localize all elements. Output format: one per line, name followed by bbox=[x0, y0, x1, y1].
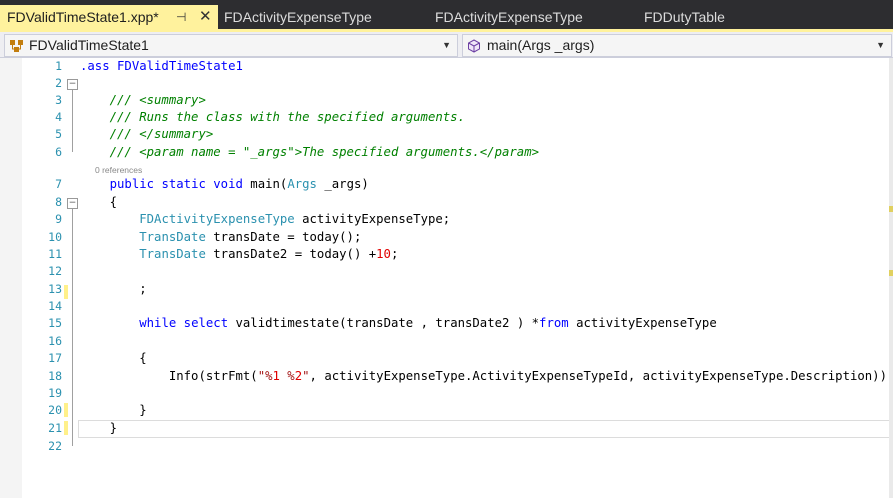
method-dropdown[interactable]: main(Args _args) ▼ bbox=[462, 34, 892, 57]
method-icon bbox=[467, 38, 481, 59]
line-number: 22 bbox=[48, 439, 62, 453]
code-line: while select validtimestate(transDate , … bbox=[139, 316, 717, 330]
outline-guide bbox=[72, 86, 73, 152]
code-line: TransDate transDate2 = today() +10; bbox=[139, 247, 399, 261]
line-number: 21 bbox=[48, 421, 62, 435]
line-number: 6 bbox=[55, 145, 62, 159]
tab-fdactivityexpensetype-2[interactable]: FDActivityExpenseType bbox=[435, 5, 583, 29]
line-number: 13 bbox=[48, 282, 62, 296]
line-number: 9 bbox=[55, 212, 62, 226]
code-text: .ass FDValidTimeState1 bbox=[80, 59, 243, 73]
editor-margin bbox=[0, 58, 22, 498]
code-line: /// </summary> bbox=[80, 127, 214, 141]
code-line: Info(strFmt("%1 %2", activityExpenseType… bbox=[80, 369, 893, 383]
line-number: 3 bbox=[55, 93, 62, 107]
line-number: 14 bbox=[48, 299, 62, 313]
change-marker bbox=[64, 403, 68, 417]
class-icon bbox=[9, 38, 25, 59]
line-number: 19 bbox=[48, 386, 62, 400]
line-number: 10 bbox=[48, 230, 62, 244]
line-number: 1 bbox=[55, 59, 62, 73]
method-name: main(Args _args) bbox=[487, 37, 595, 53]
change-marker bbox=[64, 285, 68, 299]
tab-fddutytable[interactable]: FDDutyTable bbox=[644, 5, 725, 29]
tab-label: FDValidTimeState1.xpp* bbox=[7, 9, 159, 25]
scrollbar-marker bbox=[889, 270, 893, 276]
code-line: /// <summary> bbox=[80, 93, 206, 107]
chevron-down-icon[interactable]: ▼ bbox=[442, 35, 451, 56]
code-line: { bbox=[80, 195, 118, 209]
line-number: 18 bbox=[48, 369, 62, 383]
line-number: 7 bbox=[55, 177, 62, 191]
pin-icon[interactable]: ⊣ bbox=[176, 5, 186, 29]
document-tab-bar: FDValidTimeState1.xpp* ⊣ ✕ FDActivityExp… bbox=[0, 0, 893, 32]
vertical-scrollbar[interactable] bbox=[889, 58, 893, 498]
line-number: 17 bbox=[48, 351, 62, 365]
tab-label: FDActivityExpenseType bbox=[224, 9, 372, 25]
code-line: public static void main(Args _args) bbox=[109, 177, 369, 191]
line-number: 4 bbox=[55, 110, 62, 124]
line-number: 16 bbox=[48, 334, 62, 348]
tab-fdvalidtimestate1[interactable]: FDValidTimeState1.xpp* ⊣ ✕ bbox=[0, 5, 218, 30]
line-number: 5 bbox=[55, 127, 62, 141]
code-lens-references[interactable]: 0 references bbox=[95, 164, 142, 176]
collapse-icon[interactable]: − bbox=[67, 198, 78, 209]
current-line-highlight bbox=[78, 420, 891, 438]
code-line: } bbox=[80, 403, 147, 417]
chevron-down-icon[interactable]: ▼ bbox=[876, 35, 885, 56]
line-number: 8 bbox=[55, 195, 62, 209]
code-line: .ass FDValidTimeState1 bbox=[80, 58, 243, 75]
code-line: TransDate transDate = today(); bbox=[139, 230, 362, 244]
tab-label: FDActivityExpenseType bbox=[435, 9, 583, 25]
code-line: { bbox=[80, 351, 147, 365]
change-marker bbox=[64, 421, 68, 435]
code-line: ; bbox=[80, 282, 147, 296]
navigation-bar: FDValidTimeState1 ▼ main(Args _args) ▼ bbox=[0, 32, 893, 58]
code-line: /// <param name = "_args">The specified … bbox=[80, 145, 540, 159]
tab-fdactivityexpensetype[interactable]: FDActivityExpenseType bbox=[224, 5, 372, 29]
line-number: 20 bbox=[48, 403, 62, 417]
code-line: FDActivityExpenseType activityExpenseTyp… bbox=[139, 212, 451, 226]
collapse-icon[interactable]: − bbox=[67, 79, 78, 90]
close-icon[interactable]: ✕ bbox=[199, 5, 212, 29]
code-line: /// Runs the class with the specified ar… bbox=[80, 110, 465, 124]
line-number: 2 bbox=[55, 76, 62, 90]
line-number: 11 bbox=[48, 247, 62, 261]
outline-guide bbox=[72, 205, 73, 446]
scrollbar-marker bbox=[889, 206, 893, 212]
code-line: } bbox=[80, 421, 118, 435]
line-number: 15 bbox=[48, 316, 62, 330]
line-number: 12 bbox=[48, 264, 62, 278]
tab-label: FDDutyTable bbox=[644, 9, 725, 25]
code-editor[interactable]: 1 2 3 4 5 6 7 8 9 10 11 12 13 14 15 16 1… bbox=[0, 58, 893, 498]
class-dropdown[interactable]: FDValidTimeState1 ▼ bbox=[4, 34, 458, 57]
class-name: FDValidTimeState1 bbox=[29, 37, 149, 53]
